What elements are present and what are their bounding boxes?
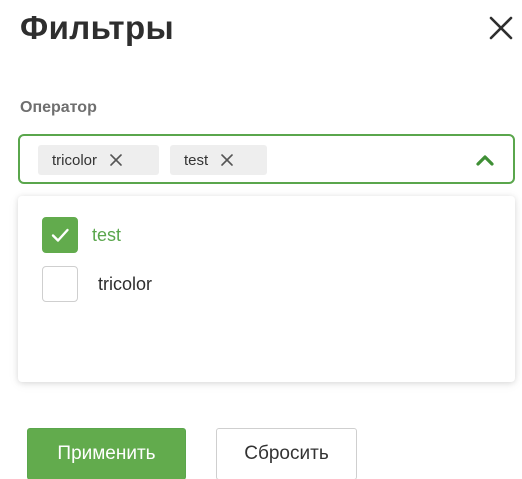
chip-label: test (184, 151, 209, 169)
close-icon[interactable] (488, 15, 514, 41)
x-icon[interactable] (109, 153, 123, 167)
checkbox-unchecked[interactable] (42, 266, 78, 302)
chevron-up-icon[interactable] (475, 150, 495, 170)
chip-label: tricolor (52, 151, 98, 169)
reset-button[interactable]: Сбросить (216, 428, 357, 479)
option-label: test (92, 225, 122, 245)
selected-chip-tricolor: tricolor (38, 145, 159, 175)
page-title: Фильтры (20, 9, 175, 46)
option-test[interactable]: test (42, 217, 121, 253)
options-dropdown: test tricolor (18, 196, 515, 382)
operator-field-label: Оператор (20, 99, 97, 116)
x-icon[interactable] (220, 153, 234, 167)
apply-button[interactable]: Применить (27, 428, 186, 479)
filters-panel: Фильтры Оператор tricolor test test tric… (0, 0, 522, 479)
selected-chip-test: test (170, 145, 267, 175)
checkbox-checked[interactable] (42, 217, 78, 253)
option-tricolor[interactable]: tricolor (42, 266, 152, 302)
check-icon (51, 228, 69, 242)
option-label: tricolor (98, 274, 153, 294)
operator-multiselect[interactable]: tricolor test (18, 134, 515, 184)
